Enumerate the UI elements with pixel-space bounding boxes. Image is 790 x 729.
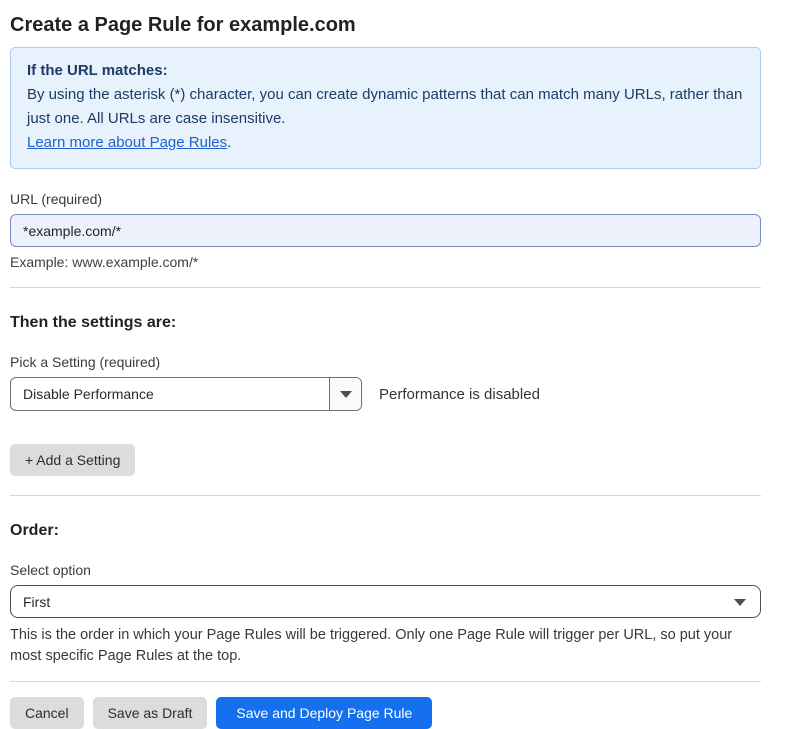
order-section-heading: Order: bbox=[10, 521, 761, 540]
info-box-heading: If the URL matches: bbox=[27, 59, 744, 83]
setting-select[interactable]: Disable Performance bbox=[10, 377, 362, 411]
info-box-link-line: Learn more about Page Rules. bbox=[27, 131, 744, 155]
setting-picker-label: Pick a Setting (required) bbox=[10, 354, 761, 370]
order-select-value: First bbox=[23, 594, 50, 610]
divider bbox=[10, 681, 761, 682]
link-suffix: . bbox=[227, 134, 231, 151]
save-as-draft-button[interactable]: Save as Draft bbox=[93, 697, 208, 729]
cancel-button[interactable]: Cancel bbox=[10, 697, 84, 729]
divider bbox=[10, 495, 761, 496]
order-help-text: This is the order in which your Page Rul… bbox=[10, 625, 750, 667]
setting-select-value: Disable Performance bbox=[11, 378, 329, 410]
chevron-down-icon bbox=[734, 599, 746, 606]
setting-status-text: Performance is disabled bbox=[379, 386, 540, 403]
order-select-label: Select option bbox=[10, 562, 761, 578]
save-and-deploy-button[interactable]: Save and Deploy Page Rule bbox=[216, 697, 432, 729]
settings-section-heading: Then the settings are: bbox=[10, 313, 761, 332]
setting-select-caret-button[interactable] bbox=[329, 378, 361, 410]
url-field-label: URL (required) bbox=[10, 191, 761, 207]
add-setting-button[interactable]: + Add a Setting bbox=[10, 444, 135, 476]
footer-actions: Cancel Save as Draft Save and Deploy Pag… bbox=[10, 697, 761, 729]
url-match-info-box: If the URL matches: By using the asteris… bbox=[10, 47, 761, 169]
page-rule-form: Create a Page Rule for example.com If th… bbox=[0, 13, 790, 729]
url-input[interactable] bbox=[10, 214, 761, 247]
divider bbox=[10, 287, 761, 288]
info-box-body: By using the asterisk (*) character, you… bbox=[27, 83, 744, 131]
order-select[interactable]: First bbox=[10, 585, 761, 618]
url-example-text: Example: www.example.com/* bbox=[10, 254, 761, 270]
page-title: Create a Page Rule for example.com bbox=[10, 13, 761, 37]
chevron-down-icon bbox=[340, 391, 352, 398]
setting-picker-row: Disable Performance Performance is disab… bbox=[10, 377, 761, 411]
learn-more-link[interactable]: Learn more about Page Rules bbox=[27, 134, 227, 151]
